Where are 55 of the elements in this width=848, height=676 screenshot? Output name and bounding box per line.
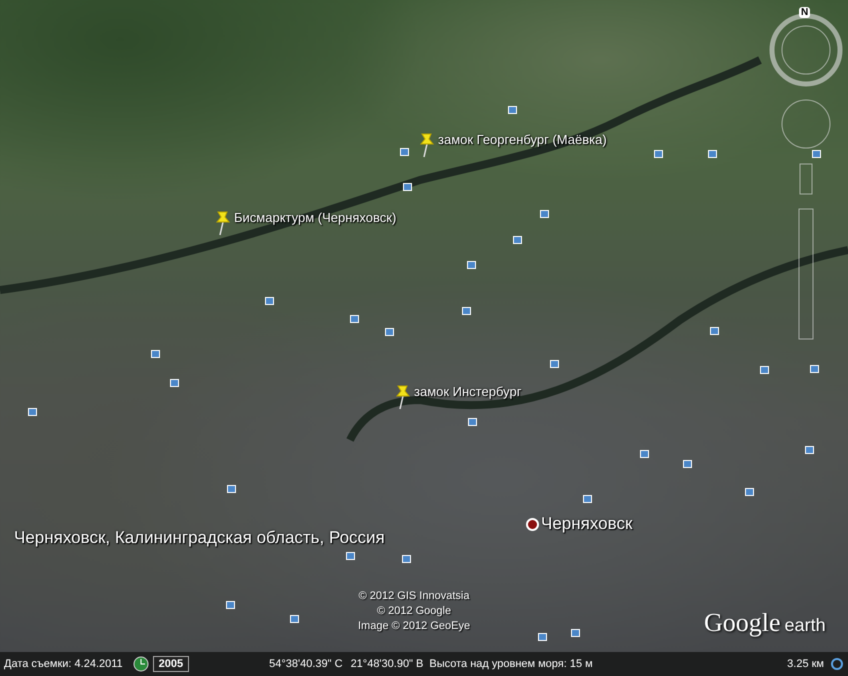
photo-marker-icon[interactable] [350, 315, 359, 323]
placemark-label[interactable]: замок Инстербург [414, 384, 522, 399]
photo-marker-icon[interactable] [760, 366, 769, 374]
photo-marker-icon[interactable] [227, 485, 236, 493]
longitude-text: 21°48'30.90" В [350, 658, 424, 670]
latitude-text: 54°38'40.39" С [269, 658, 343, 670]
photo-marker-icon[interactable] [812, 150, 821, 158]
photo-marker-icon[interactable] [265, 297, 274, 305]
imagery-date: Дата съемки: 4.24.2011 [4, 658, 123, 670]
photo-marker-icon[interactable] [538, 633, 547, 641]
photo-marker-icon[interactable] [810, 365, 819, 373]
eye-altitude-text: 3.25 км [787, 658, 824, 670]
placemark-label[interactable]: Бисмарктурм (Черняховск) [234, 210, 396, 225]
photo-marker-icon[interactable] [151, 350, 160, 358]
logo: Google earth [704, 608, 826, 638]
photo-marker-icon[interactable] [571, 629, 580, 637]
photo-marker-icon[interactable] [400, 148, 409, 156]
photo-marker-icon[interactable] [550, 360, 559, 368]
photo-marker-icon[interactable] [467, 261, 476, 269]
photo-marker-icon[interactable] [710, 327, 719, 335]
photo-marker-icon[interactable] [346, 552, 355, 560]
photo-marker-icon[interactable] [640, 450, 649, 458]
photo-marker-icon[interactable] [708, 150, 717, 158]
photo-marker-icon[interactable] [513, 236, 522, 244]
photo-marker-icon[interactable] [654, 150, 663, 158]
compass-north-label[interactable]: N [799, 7, 810, 18]
photo-marker-icon[interactable] [540, 210, 549, 218]
city-label[interactable]: Черняховск [541, 514, 632, 534]
pushpin-icon[interactable] [214, 210, 232, 236]
photo-marker-icon[interactable] [290, 615, 299, 623]
photo-marker-icon[interactable] [28, 408, 37, 416]
photo-marker-icon[interactable] [805, 446, 814, 454]
clock-icon[interactable] [132, 656, 149, 672]
placemark-label[interactable]: замок Георгенбург (Маёвка) [438, 132, 607, 147]
attribution-text: Image © 2012 GeoEye [358, 619, 470, 634]
region-label: Черняховск, Калининградская область, Россия [14, 528, 385, 548]
photo-marker-icon[interactable] [745, 488, 754, 496]
photo-marker-icon[interactable] [170, 379, 179, 387]
pushpin-icon[interactable] [418, 132, 436, 158]
photo-marker-icon[interactable] [683, 460, 692, 468]
photo-marker-icon[interactable] [468, 418, 477, 426]
photo-marker-icon[interactable] [583, 495, 592, 503]
photo-marker-icon[interactable] [462, 307, 471, 315]
streaming-status-icon [830, 657, 844, 671]
elevation-text: Высота над уровнем моря: 15 м [429, 658, 593, 670]
attribution-text: © 2012 Google [376, 604, 452, 619]
historical-imagery-button[interactable]: 2005 [152, 656, 190, 672]
city-dot-icon[interactable] [526, 518, 539, 531]
photo-marker-icon[interactable] [508, 106, 517, 114]
photo-marker-icon[interactable] [402, 555, 411, 563]
photo-marker-icon[interactable] [385, 328, 394, 336]
pushpin-icon[interactable] [394, 384, 412, 410]
attribution-text: © 2012 GIS Innovatsia [358, 589, 470, 604]
photo-marker-icon[interactable] [403, 183, 412, 191]
photo-marker-icon[interactable] [226, 601, 235, 609]
